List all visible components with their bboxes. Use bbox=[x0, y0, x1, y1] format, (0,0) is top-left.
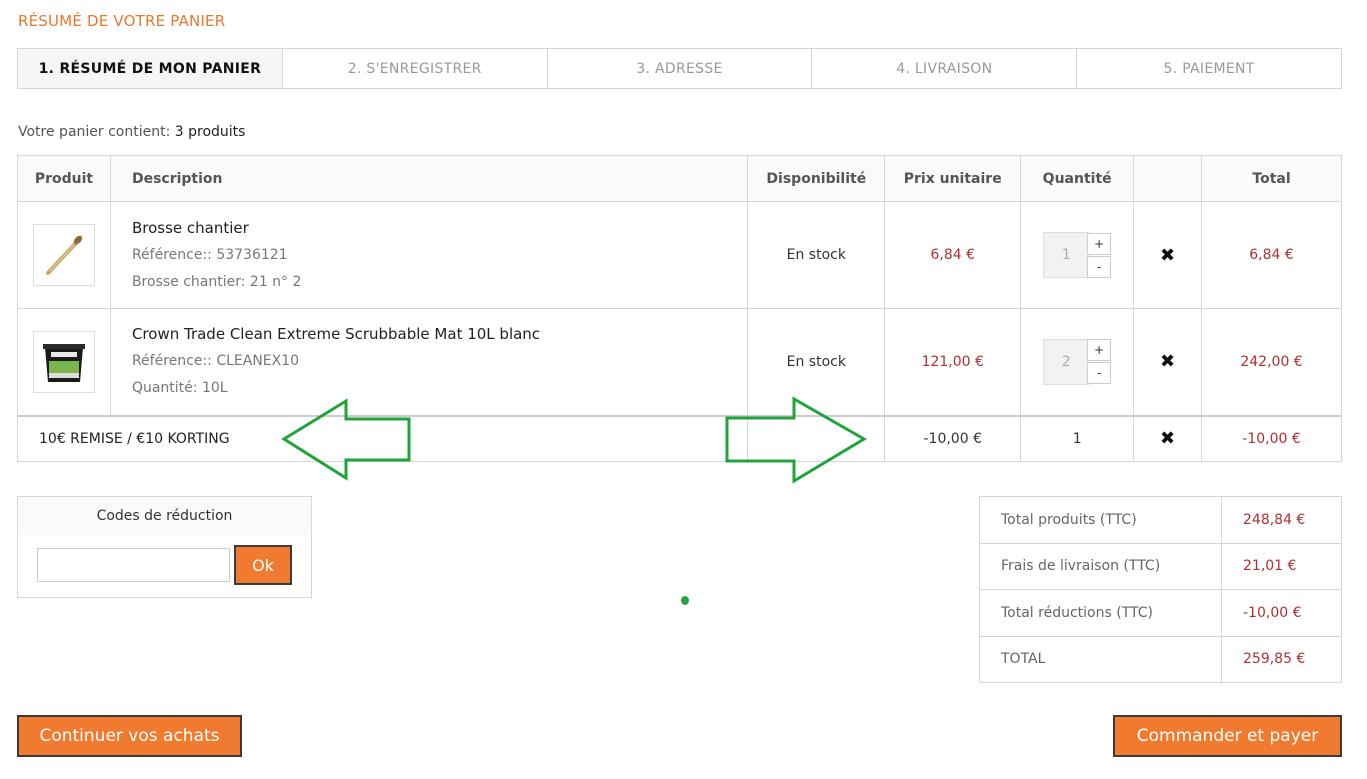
paint-bucket-icon[interactable] bbox=[32, 330, 95, 393]
table-row: Crown Trade Clean Extreme Scrubbable Mat… bbox=[17, 308, 1342, 416]
product-name[interactable]: Brosse chantier bbox=[132, 215, 747, 242]
quantity-cell: 1 + - bbox=[1020, 201, 1135, 309]
apply-code-button[interactable]: Ok bbox=[234, 545, 292, 585]
quantity-input[interactable]: 1 bbox=[1043, 232, 1090, 278]
totals-table: Total produits (TTC) 248,84 € Frais de l… bbox=[979, 496, 1342, 683]
checkout-steps: 1. RÉSUMÉ DE MON PANIER 2. S'ENREGISTRER… bbox=[17, 48, 1342, 89]
discount-codes-title: Codes de réduction bbox=[18, 497, 311, 535]
step-summary[interactable]: 1. RÉSUMÉ DE MON PANIER bbox=[18, 49, 282, 88]
total-products-label: Total produits (TTC) bbox=[979, 496, 1222, 544]
continue-shopping-button[interactable]: Continuer vos achats bbox=[17, 715, 242, 757]
quantity-minus-button[interactable]: - bbox=[1087, 255, 1112, 278]
cart-table: Produit Description Disponibilité Prix u… bbox=[16, 155, 1342, 462]
product-description: Crown Trade Clean Extreme Scrubbable Mat… bbox=[109, 308, 749, 416]
discounts-label: Total réductions (TTC) bbox=[979, 589, 1222, 637]
availability: En stock bbox=[747, 308, 886, 416]
availability: En stock bbox=[747, 201, 886, 309]
shipping-label: Frais de livraison (TTC) bbox=[979, 542, 1222, 590]
product-attribute: Quantité: 10L bbox=[131, 380, 228, 397]
delete-cell: ✖ bbox=[1133, 201, 1203, 309]
product-reference: Référence:: 53736121 bbox=[131, 246, 288, 263]
col-description: Description bbox=[109, 155, 749, 202]
step-payment[interactable]: 5. PAIEMENT bbox=[1076, 49, 1341, 88]
product-image-cell bbox=[17, 201, 111, 309]
grand-total-value: 259,85 € bbox=[1221, 635, 1342, 683]
quantity-minus-button[interactable]: - bbox=[1087, 362, 1112, 385]
quantity-input[interactable]: 2 bbox=[1043, 338, 1090, 385]
total-products-value: 248,84 € bbox=[1221, 496, 1342, 544]
discount-code-input[interactable] bbox=[37, 548, 230, 582]
discount-unit-price: -10,00 € bbox=[884, 414, 1022, 462]
discount-codes-panel: Codes de réduction Ok bbox=[17, 496, 312, 598]
discount-delete-cell: ✖ bbox=[1133, 414, 1203, 462]
discounts-value: -10,00 € bbox=[1221, 589, 1342, 637]
quantity-plus-button[interactable]: + bbox=[1087, 339, 1112, 362]
grand-total-label: TOTAL bbox=[979, 635, 1222, 683]
step-address[interactable]: 3. ADRESSE bbox=[546, 49, 812, 88]
product-description: Brosse chantier Référence:: 53736121 Bro… bbox=[109, 201, 749, 309]
table-row: Brosse chantier Référence:: 53736121 Bro… bbox=[17, 201, 1342, 309]
line-total: 242,00 € bbox=[1201, 308, 1342, 416]
unit-price: 6,84 € bbox=[884, 201, 1022, 309]
discount-name: 10€ REMISE / €10 KORTING bbox=[16, 414, 749, 462]
col-delete bbox=[1133, 155, 1203, 202]
totals-row: TOTAL 259,85 € bbox=[979, 635, 1342, 683]
unit-price: 121,00 € bbox=[884, 308, 1022, 416]
product-image-cell bbox=[17, 308, 111, 416]
col-total: Total bbox=[1201, 155, 1342, 202]
delete-icon[interactable]: ✖ bbox=[1160, 245, 1175, 266]
brush-icon[interactable] bbox=[32, 224, 95, 286]
col-product: Produit bbox=[17, 155, 111, 202]
step-shipping[interactable]: 4. LIVRAISON bbox=[811, 49, 1076, 88]
col-unit-price: Prix unitaire bbox=[884, 155, 1022, 202]
line-total: 6,84 € bbox=[1201, 201, 1342, 309]
col-quantity: Quantité bbox=[1020, 155, 1135, 202]
delete-cell: ✖ bbox=[1133, 308, 1203, 416]
delete-icon[interactable]: ✖ bbox=[1160, 351, 1175, 372]
discount-quantity: 1 bbox=[1020, 414, 1135, 462]
quantity-plus-button[interactable]: + bbox=[1087, 232, 1112, 255]
annotation-dot bbox=[681, 596, 689, 605]
totals-row: Total produits (TTC) 248,84 € bbox=[979, 496, 1342, 544]
cart-header-row: Produit Description Disponibilité Prix u… bbox=[17, 155, 1342, 202]
product-name[interactable]: Crown Trade Clean Extreme Scrubbable Mat… bbox=[132, 321, 747, 348]
page-title: RÉSUMÉ DE VOTRE PANIER bbox=[18, 12, 226, 30]
product-attribute: Brosse chantier: 21 n° 2 bbox=[131, 273, 302, 290]
discount-empty-cell bbox=[747, 414, 885, 462]
step-register[interactable]: 2. S'ENREGISTRER bbox=[281, 49, 547, 88]
col-availability: Disponibilité bbox=[747, 155, 886, 202]
delete-icon[interactable]: ✖ bbox=[1160, 428, 1175, 449]
totals-row: Total réductions (TTC) -10,00 € bbox=[979, 589, 1342, 637]
totals-row: Frais de livraison (TTC) 21,01 € bbox=[979, 542, 1342, 590]
discount-total: -10,00 € bbox=[1201, 414, 1342, 462]
quantity-cell: 2 + - bbox=[1020, 308, 1135, 416]
shipping-value: 21,01 € bbox=[1221, 542, 1342, 590]
cart-count-value: 3 produits bbox=[174, 124, 246, 140]
cart-count-label: Votre panier contient: bbox=[18, 124, 171, 140]
checkout-button[interactable]: Commander et payer bbox=[1113, 715, 1342, 757]
cart-count: Votre panier contient: 3 produits bbox=[18, 124, 245, 140]
product-reference: Référence:: CLEANEX10 bbox=[131, 353, 300, 370]
discount-row: 10€ REMISE / €10 KORTING -10,00 € 1 ✖ -1… bbox=[16, 414, 1342, 462]
